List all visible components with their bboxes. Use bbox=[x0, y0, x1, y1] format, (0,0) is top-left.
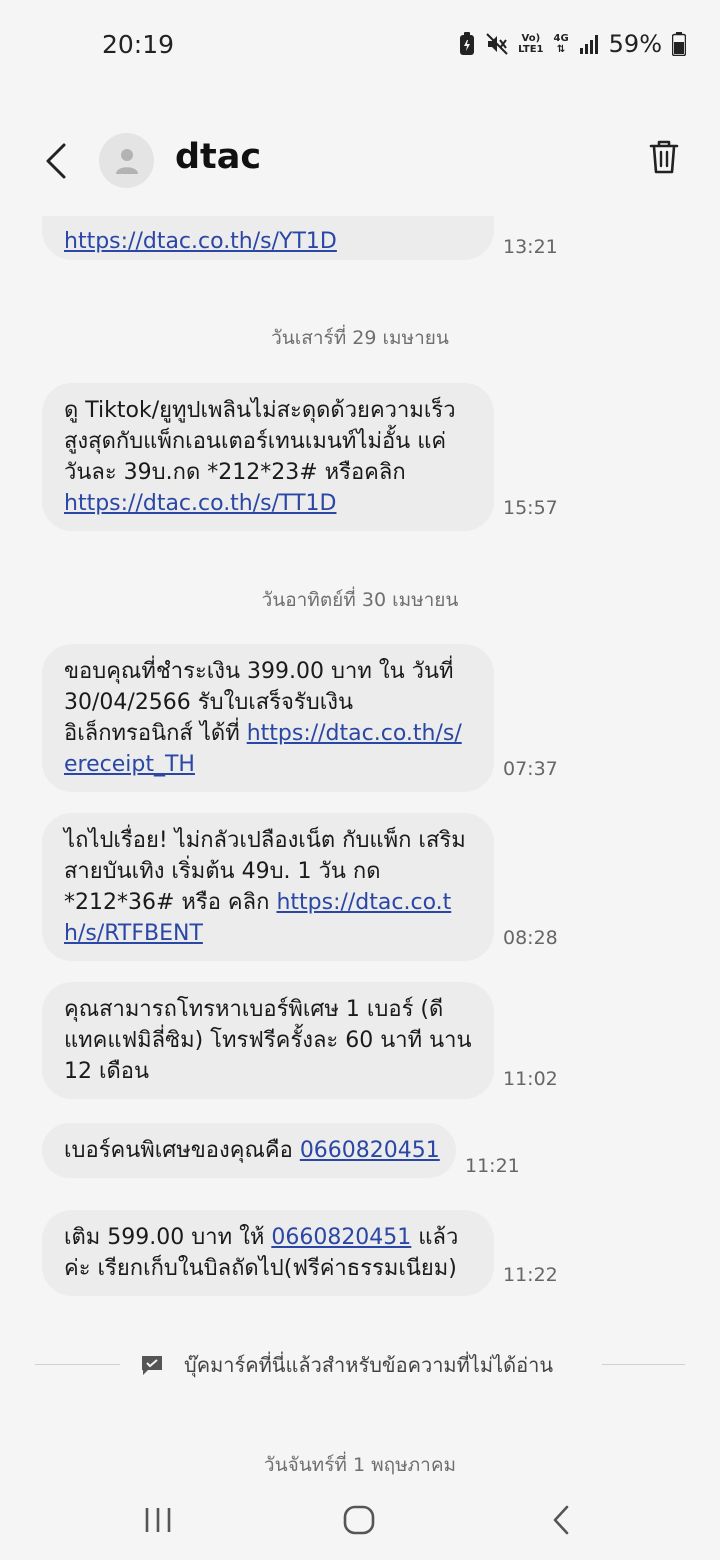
message-list[interactable]: https://dtac.co.th/s/YT1D 13:21 วันเสาร์… bbox=[0, 216, 720, 1476]
data-arrows-icon: ⇅ bbox=[556, 44, 566, 55]
battery-icon bbox=[672, 32, 686, 56]
date-separator: วันอาทิตย์ที่ 30 เมษายน bbox=[261, 589, 459, 611]
message-bubble[interactable]: ดู Tiktok/ยูทูปเพลินไม่สะดุดด้วยความเร็ว… bbox=[42, 383, 494, 531]
avatar[interactable] bbox=[99, 133, 154, 188]
mute-icon bbox=[486, 33, 508, 55]
network-type-label: 4G bbox=[553, 33, 569, 44]
bookmark-content: บุ๊คมาร์คที่นี่แล้วสำหรับข้อความที่ไม่ได… bbox=[140, 1349, 553, 1381]
trash-icon bbox=[649, 140, 679, 174]
status-bar: 20:19 Vo) LTE1 4G ⇅ 59% bbox=[0, 0, 720, 95]
message-bubble[interactable]: คุณสามารถโทรหาเบอร์พิเศษ 1 เบอร์ (ดี แทค… bbox=[42, 982, 494, 1099]
person-icon bbox=[115, 148, 138, 174]
back-nav-button[interactable] bbox=[536, 1498, 586, 1542]
message-text: เติม 599.00 บาท ให้ bbox=[64, 1225, 272, 1250]
contact-name[interactable]: dtac bbox=[175, 137, 261, 177]
volte-indicator: Vo) LTE1 bbox=[518, 33, 543, 55]
message-text: คุณสามารถโทรหาเบอร์พิเศษ 1 เบอร์ (ดี แทค… bbox=[64, 997, 472, 1084]
message-bubble[interactable]: ไถไปเรื่อย! ไม่กลัวเปลืองเน็ต กับแพ็ก เส… bbox=[42, 813, 494, 961]
date-separator: วันจันทร์ที่ 1 พฤษภาคม bbox=[263, 1454, 457, 1476]
delete-button[interactable] bbox=[644, 135, 684, 179]
message-time: 11:21 bbox=[465, 1155, 520, 1177]
message-time: 15:57 bbox=[503, 497, 558, 519]
message-link[interactable]: 0660820451 bbox=[300, 1138, 440, 1163]
message-time: 11:22 bbox=[503, 1264, 558, 1286]
battery-saver-icon bbox=[460, 32, 475, 55]
conversation-header: dtac bbox=[0, 115, 720, 210]
status-time: 20:19 bbox=[102, 30, 175, 59]
divider bbox=[602, 1364, 685, 1365]
message-time: 13:21 bbox=[503, 236, 558, 258]
home-icon bbox=[343, 1505, 375, 1535]
message-time: 08:28 bbox=[503, 927, 558, 949]
back-button[interactable] bbox=[38, 139, 74, 183]
signal-icon bbox=[579, 35, 598, 54]
unread-bookmark: บุ๊คมาร์คที่นี่แล้วสำหรับข้อความที่ไม่ได… bbox=[0, 1345, 720, 1385]
volte-bottom-label: LTE1 bbox=[518, 44, 544, 55]
recent-apps-icon bbox=[145, 1508, 171, 1532]
status-icons: Vo) LTE1 4G ⇅ 59% bbox=[458, 30, 686, 58]
message-time: 11:02 bbox=[503, 1068, 558, 1090]
message-bubble[interactable]: เบอร์คนพิเศษของคุณคือ 0660820451 bbox=[42, 1123, 456, 1178]
home-button[interactable] bbox=[334, 1498, 384, 1542]
battery-percent: 59% bbox=[608, 30, 662, 58]
volte-top-label: Vo) bbox=[521, 33, 541, 44]
message-bubble[interactable]: https://dtac.co.th/s/YT1D bbox=[42, 216, 494, 260]
message-link[interactable]: https://dtac.co.th/s/YT1D bbox=[64, 229, 337, 254]
bookmark-label: บุ๊คมาร์คที่นี่แล้วสำหรับข้อความที่ไม่ได… bbox=[184, 1353, 553, 1377]
message-link[interactable]: https://dtac.co.th/s/TT1D bbox=[64, 491, 336, 516]
network-indicator: 4G ⇅ bbox=[553, 33, 568, 55]
bookmark-message-icon bbox=[142, 1356, 162, 1375]
message-bubble[interactable]: ขอบคุณที่ชำระเงิน 399.00 บาท ใน วันที่ 3… bbox=[42, 644, 494, 792]
message-text: ดู Tiktok/ยูทูปเพลินไม่สะดุดด้วยความเร็ว… bbox=[64, 398, 456, 485]
message-bubble[interactable]: เติม 599.00 บาท ให้ 0660820451 แล้วค่ะ เ… bbox=[42, 1210, 494, 1296]
message-link[interactable]: 0660820451 bbox=[271, 1225, 411, 1250]
divider bbox=[35, 1364, 120, 1365]
message-time: 07:37 bbox=[503, 758, 558, 780]
back-nav-icon bbox=[553, 1505, 569, 1535]
navigation-bar bbox=[0, 1476, 720, 1560]
chevron-left-icon bbox=[46, 143, 66, 179]
message-text: เบอร์คนพิเศษของคุณคือ bbox=[64, 1138, 300, 1163]
recent-apps-button[interactable] bbox=[133, 1498, 183, 1542]
date-separator: วันเสาร์ที่ 29 เมษายน bbox=[271, 327, 449, 349]
